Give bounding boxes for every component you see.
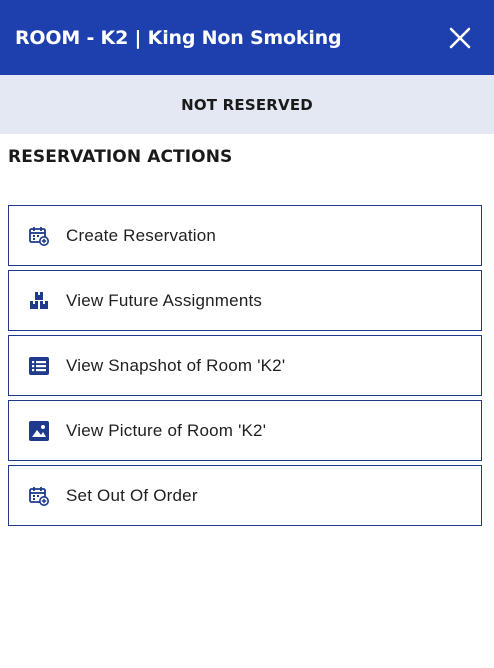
action-label: Set Out Of Order <box>66 485 198 505</box>
calendar-add-icon <box>28 225 50 247</box>
action-label: View Picture of Room 'K2' <box>66 420 267 440</box>
view-room-picture-button[interactable]: View Picture of Room 'K2' <box>8 400 482 461</box>
reservation-status-bar: NOT RESERVED <box>0 75 494 134</box>
action-label: Create Reservation <box>66 225 217 245</box>
close-icon <box>449 27 471 48</box>
boxes-icon <box>28 290 50 312</box>
reservation-status: NOT RESERVED <box>181 95 313 114</box>
section-title: RESERVATION ACTIONS <box>8 147 233 167</box>
action-label: View Snapshot of Room 'K2' <box>66 355 286 375</box>
actions-list: Create Reservation View Future Assignmen… <box>8 205 482 530</box>
view-room-snapshot-button[interactable]: View Snapshot of Room 'K2' <box>8 335 482 396</box>
create-reservation-button[interactable]: Create Reservation <box>8 205 482 266</box>
calendar-add-icon <box>28 485 50 507</box>
list-icon <box>28 355 50 377</box>
view-future-assignments-button[interactable]: View Future Assignments <box>8 270 482 331</box>
dialog-header: ROOM - K2 | King Non Smoking <box>0 0 494 75</box>
set-out-of-order-button[interactable]: Set Out Of Order <box>8 465 482 526</box>
image-icon <box>28 420 50 442</box>
action-label: View Future Assignments <box>66 290 263 310</box>
close-button[interactable] <box>448 26 472 50</box>
dialog-title: ROOM - K2 | King Non Smoking <box>15 26 342 49</box>
